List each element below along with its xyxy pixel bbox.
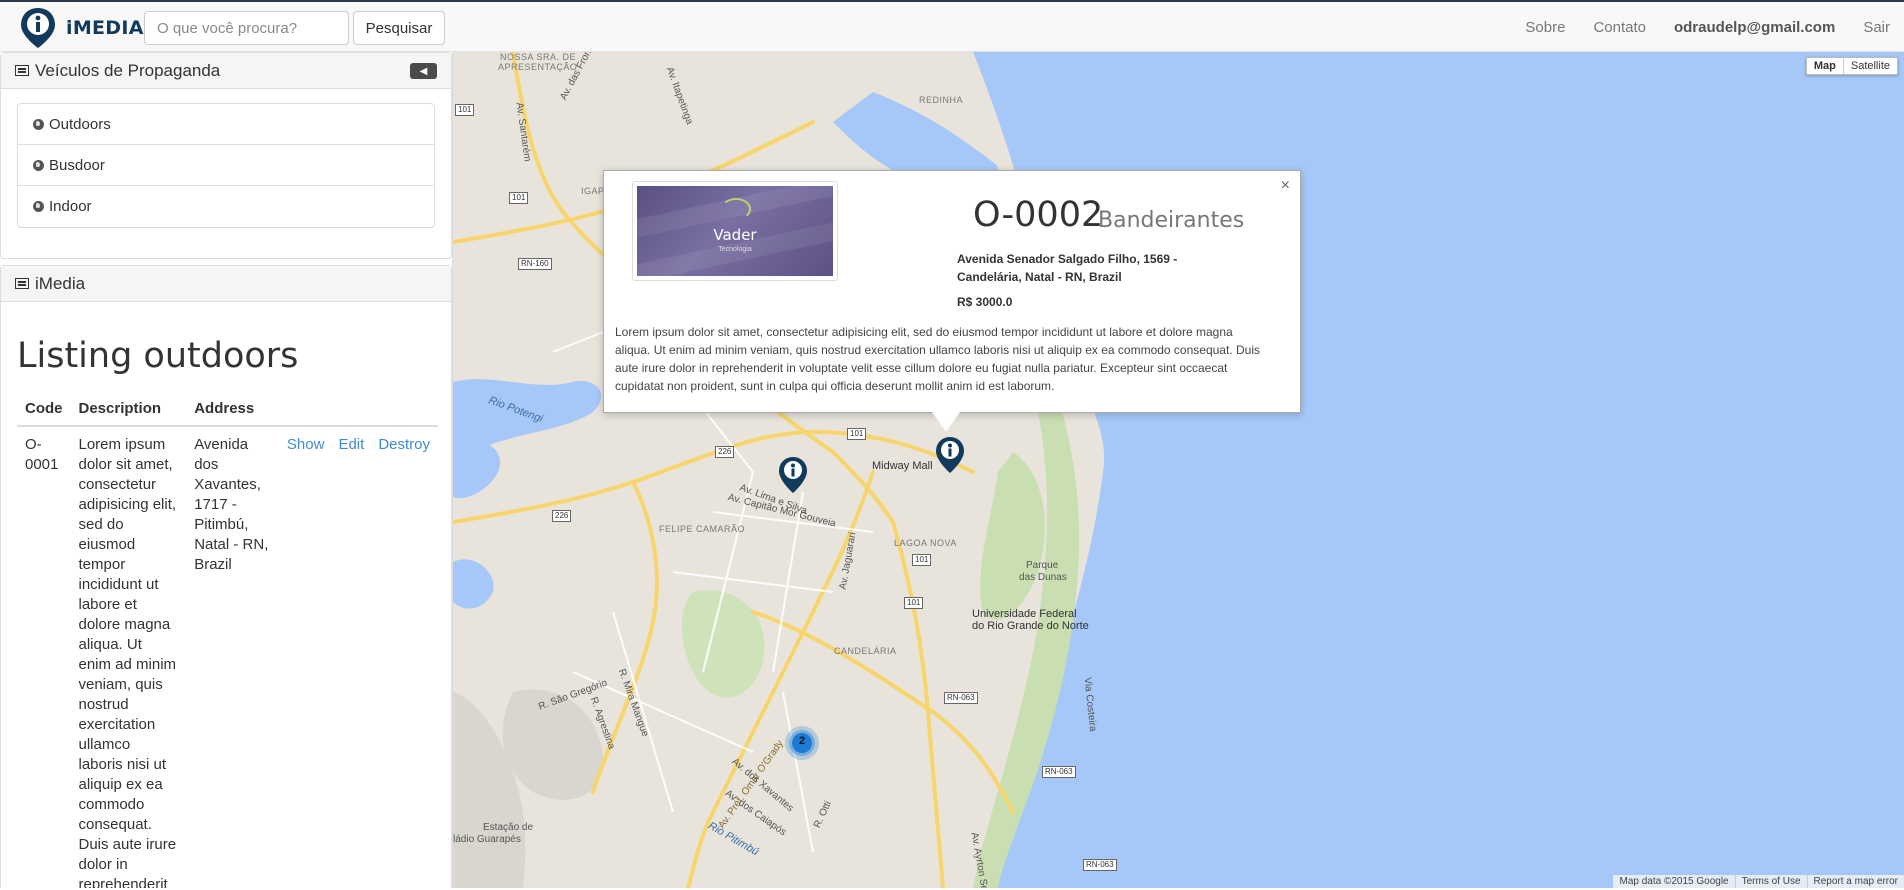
road-shield: RN-063 [1083,859,1117,871]
vehicles-panel-title: Veículos de Propaganda [35,60,221,80]
header-code: Code [17,394,71,427]
road-shield: 101 [847,428,867,440]
map-label: Parque [1026,560,1059,571]
terms-link[interactable]: Terms of Use [1734,875,1807,888]
map-marker-icon[interactable] [935,436,965,474]
vehicle-item-indoor[interactable]: Indoor [18,186,434,227]
globe-icon [33,201,44,212]
close-icon[interactable]: × [1281,177,1290,195]
map-label: APRESENTAÇÃO [498,62,578,72]
nav-about-link[interactable]: Sobre [1511,19,1579,36]
outdoor-image[interactable]: Vader Tecnologia [632,181,838,281]
show-link[interactable]: Show [287,436,325,453]
road-shield: 101 [509,192,529,204]
map-label: ládio Guarapés [453,834,521,845]
map-label: do Rio Grande do Norte [972,620,1089,632]
image-brand-sub: Tecnologia [718,246,752,253]
vehicle-item-outdoors[interactable]: Outdoors [18,104,434,145]
header-description: Description [70,394,187,427]
road-shield: RN-160 [518,258,552,270]
map-attribution: Map data ©2015 Google Terms of Use Repor… [1613,875,1904,888]
destroy-link[interactable]: Destroy [378,436,430,453]
infowindow-pointer [932,412,960,432]
vehicle-label: Outdoors [49,115,111,133]
road-shield: RN-063 [944,692,978,704]
road-shield: 101 [912,554,932,566]
map-infowindow: × Vader Tecnologia O-0002 Bandeirantes A… [603,170,1301,413]
list-icon [15,65,29,76]
vehicle-label: Busdoor [49,156,105,174]
page-title: Listing outdoors [17,336,299,376]
report-error-link[interactable]: Report a map error [1806,875,1904,888]
nav-logout-link[interactable]: Sair [1849,19,1904,36]
chevron-left-icon: ◀ [419,65,428,77]
road-shield: 101 [455,104,475,116]
marker-cluster[interactable]: 2 [784,725,820,761]
map-label: das Dunas [1019,572,1067,583]
map-marker-icon[interactable] [778,456,808,494]
outdoor-description: Lorem ipsum dolor sit amet, consectetur … [615,325,1260,393]
cell-code: O-0001 [25,436,59,473]
list-icon [15,278,29,289]
nav-contact-link[interactable]: Contato [1579,19,1660,36]
map-data-text: Map data ©2015 Google [1619,876,1729,887]
map-label: NOSSA SRA. DE [500,52,577,62]
nav-user-link[interactable]: odraudelp@gmail.com [1660,19,1849,36]
cell-actions: Show Edit Destroy [279,426,438,888]
logo-pin-icon [21,8,55,48]
vehicles-panel: Veículos de Propaganda ◀ Outdoors Busdoo… [0,52,452,259]
sidebar: Veículos de Propaganda ◀ Outdoors Busdoo… [0,52,453,888]
road-shield: 101 [904,597,924,609]
map-label: Estação de [483,822,534,833]
map-label: Universidade Federal [972,608,1077,620]
navbar: iMEDIA Pesquisar Sobre Contato odraudelp… [0,0,1904,52]
table-header-row: Code Description Address [17,394,438,427]
map-label: FELIPE CAMARÃO [659,524,746,534]
logo[interactable]: iMEDIA [20,6,144,50]
map-label: Midway Mall [872,460,933,472]
vehicles-list: Outdoors Busdoor Indoor [17,103,435,228]
map-type-control: Map Satellite [1805,57,1898,75]
table-row: O-0001 Lorem ipsum dolor sit amet, conse… [17,426,438,888]
nav-links: Sobre Contato odraudelp@gmail.com Sair [1511,2,1904,52]
logo-text: iMEDIA [66,17,144,39]
vehicle-item-busdoor[interactable]: Busdoor [18,145,434,186]
header-actions [278,394,438,427]
imedia-panel-header: iMedia [1,266,451,302]
map-label: REDINHA [919,95,964,105]
map-label: CANDELÁRIA [834,646,897,656]
collapse-button[interactable]: ◀ [410,63,437,79]
outdoor-address: Avenida Senador Salgado Filho, 1569 - Ca… [957,252,1178,284]
vehicles-panel-header: Veículos de Propaganda ◀ [1,53,451,89]
cell-address: Avenida dos Xavantes, 1717 - Pitimbú, Na… [194,436,269,573]
outdoor-code: O-0002 [973,195,1104,235]
outdoor-name: Bandeirantes [1098,208,1245,233]
outdoor-image-content: Vader Tecnologia [637,186,833,276]
road-shield: 226 [552,510,572,522]
edit-link[interactable]: Edit [338,436,364,453]
imedia-panel-title: iMedia [35,273,86,293]
road-shield: RN-063 [1042,766,1076,778]
outdoors-table: Code Description Address O-0001 Lorem ip… [17,394,438,888]
cell-description: Lorem ipsum dolor sit amet, consectetur … [78,436,177,888]
map-type-map-button[interactable]: Map [1807,58,1844,74]
globe-icon [33,159,44,171]
search-input[interactable] [144,11,349,45]
road-shield: 226 [715,446,735,458]
imedia-panel: iMedia Listing outdoors Code Description… [0,265,452,888]
vehicle-label: Indoor [49,198,92,215]
outdoor-price: R$ 3000.0 [957,295,1013,309]
image-brand: Vader [713,226,757,244]
cluster-count: 2 [798,735,806,747]
globe-icon [33,118,44,130]
search-button[interactable]: Pesquisar [353,11,445,45]
map-label: LAGOA NOVA [894,538,957,548]
brand-swoosh-icon [721,198,751,220]
header-address: Address [186,394,279,427]
map-type-satellite-button[interactable]: Satellite [1844,58,1897,74]
